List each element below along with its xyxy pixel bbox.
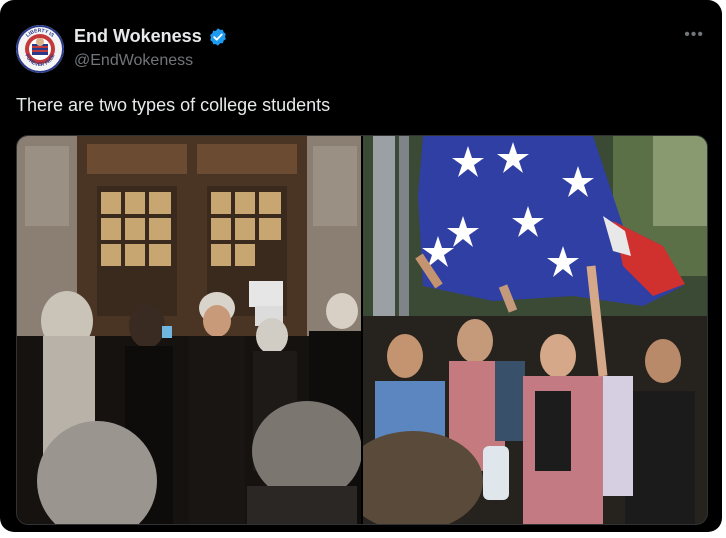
author-name-row: End Wokeness [74,26,228,47]
tweet-media[interactable] [16,135,708,525]
more-horizontal-icon[interactable]: ••• [684,26,704,44]
photo-students-flag[interactable] [363,136,707,524]
photo-protesters[interactable] [17,136,361,524]
avatar[interactable]: LIBERTY IS FOREVER FREE [16,25,64,73]
author-display-name[interactable]: End Wokeness [74,26,202,47]
tweet-card[interactable]: LIBERTY IS FOREVER FREE End Wokeness @En… [0,0,722,532]
tweet-text: There are two types of college students [16,95,331,115]
author-handle[interactable]: @EndWokeness [74,52,193,70]
verified-badge-icon[interactable] [208,27,228,47]
avatar-image: LIBERTY IS FOREVER FREE [16,25,64,73]
